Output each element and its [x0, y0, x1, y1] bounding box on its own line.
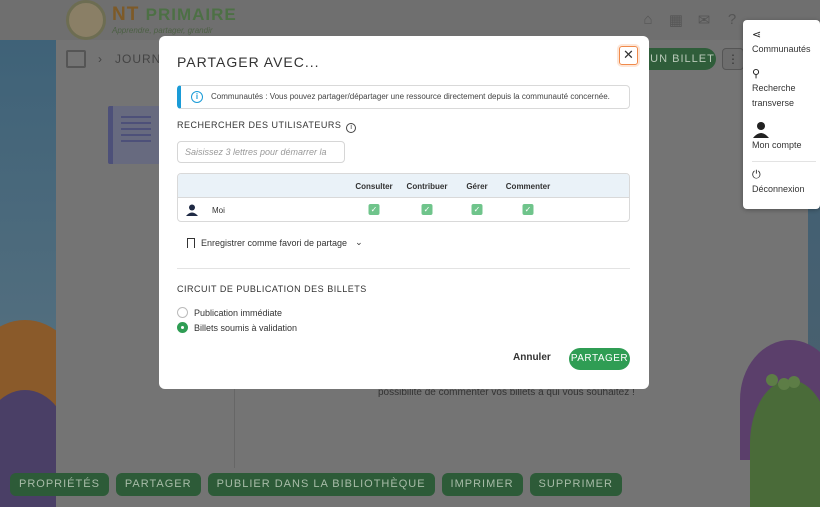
radio-immediate-publication[interactable]: Publication immédiate — [177, 307, 282, 318]
checkbox-commenter[interactable]: ✓ — [522, 204, 534, 215]
app-logo-text: NT PRIMAIRE — [112, 4, 237, 25]
app-logo-subtitle: Apprendre, partager, grandir — [112, 26, 213, 35]
user-name: Moi — [212, 206, 225, 215]
column-header-commenter: Commenter — [505, 182, 551, 191]
save-favorite-toggle[interactable]: Enregistrer comme favori de partage ⌄ — [187, 237, 363, 248]
user-dropdown-menu: ⋖ Communautés ⚲ Recherche transverse Mon… — [743, 20, 820, 209]
checkbox-consulter[interactable]: ✓ — [368, 204, 380, 215]
info-icon: i — [191, 91, 203, 103]
checkbox-gerer[interactable]: ✓ — [471, 204, 483, 215]
info-alert-text: Communautés : Vous pouvez partager/dépar… — [211, 92, 610, 101]
column-header-consulter: Consulter — [355, 182, 393, 191]
help-icon[interactable]: ? — [724, 11, 740, 29]
chevron-right-icon: › — [98, 52, 103, 66]
delete-button[interactable]: SUPPRIMER — [529, 473, 622, 496]
publication-circuit-label: CIRCUIT DE PUBLICATION DES BILLETS — [177, 284, 367, 294]
submit-share-button[interactable]: PARTAGER — [569, 348, 630, 370]
table-row: Moi ✓ ✓ ✓ ✓ — [178, 198, 629, 221]
search-users-label: RECHERCHER DES UTILISATEURS i — [177, 120, 357, 133]
info-alert: i Communautés : Vous pouvez partager/dép… — [177, 85, 630, 109]
power-icon: ⏻ — [752, 169, 761, 181]
menu-separator — [752, 161, 816, 162]
column-header-gerer: Gérer — [466, 182, 488, 191]
checkbox-contribuer[interactable]: ✓ — [421, 204, 433, 215]
user-icon — [752, 121, 820, 138]
cancel-button[interactable]: Annuler — [513, 352, 551, 363]
top-navigation-bar: NT PRIMAIRE Apprendre, partager, grandir… — [0, 0, 820, 40]
blog-app-icon[interactable] — [66, 50, 86, 68]
divider — [177, 268, 630, 269]
bottom-action-bar: PROPRIÉTÉS PARTAGER PUBLIER DANS LA BIBL… — [10, 473, 622, 496]
modal-title: PARTAGER AVEC... — [177, 54, 320, 70]
more-options-button[interactable]: ⋮ — [722, 48, 744, 70]
close-button[interactable]: ✕ — [619, 46, 638, 65]
background-tree — [788, 376, 800, 388]
table-header: Consulter Contribuer Gérer Commenter — [178, 174, 629, 198]
share-rights-table: Consulter Contribuer Gérer Commenter Moi… — [177, 173, 630, 222]
print-button[interactable]: IMPRIMER — [441, 473, 523, 496]
messages-icon[interactable]: ✉ — [696, 11, 712, 29]
user-icon — [186, 204, 198, 216]
search-icon: ⚲ — [752, 68, 761, 80]
info-icon[interactable]: i — [346, 123, 357, 133]
menu-item-search[interactable]: ⚲ Recherche transverse — [752, 67, 820, 111]
chevron-down-icon: ⌄ — [355, 237, 363, 247]
share-button[interactable]: PARTAGER — [115, 473, 201, 496]
properties-button[interactable]: PROPRIÉTÉS — [10, 473, 109, 496]
share-icon: ⋖ — [752, 29, 762, 41]
radio-button[interactable] — [177, 307, 188, 318]
menu-item-logout[interactable]: ⏻ Déconnexion — [752, 168, 820, 197]
top-icons: ⌂ ▦ ✉ ? — [640, 11, 740, 29]
publish-library-button[interactable]: PUBLIER DANS LA BIBLIOTHÈQUE — [207, 473, 435, 496]
background-tree — [766, 374, 778, 386]
menu-item-communities[interactable]: ⋖ Communautés — [752, 28, 820, 57]
menu-item-account[interactable]: Mon compte — [752, 121, 820, 153]
bookmark-icon — [187, 237, 195, 248]
radio-button-selected[interactable] — [177, 322, 188, 333]
blog-illustration — [108, 106, 160, 164]
share-modal: PARTAGER AVEC... ✕ i Communautés : Vous … — [159, 36, 649, 389]
divider — [234, 388, 235, 468]
column-header-contribuer: Contribuer — [406, 182, 448, 191]
close-icon: ✕ — [623, 47, 634, 62]
apps-grid-icon[interactable]: ▦ — [668, 11, 684, 29]
app-logo[interactable] — [66, 0, 106, 40]
background-hill — [750, 380, 820, 507]
home-icon[interactable]: ⌂ — [640, 11, 656, 29]
search-users-input[interactable] — [177, 141, 345, 163]
radio-validation-required[interactable]: Billets soumis à validation — [177, 322, 297, 333]
